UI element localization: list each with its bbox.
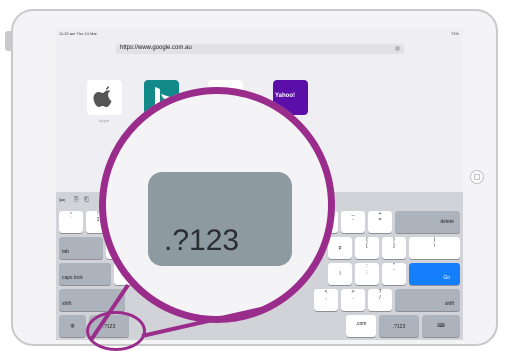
callout-lines bbox=[89, 283, 266, 342]
callout-line-right bbox=[141, 306, 266, 338]
highlight-ring bbox=[86, 311, 146, 351]
